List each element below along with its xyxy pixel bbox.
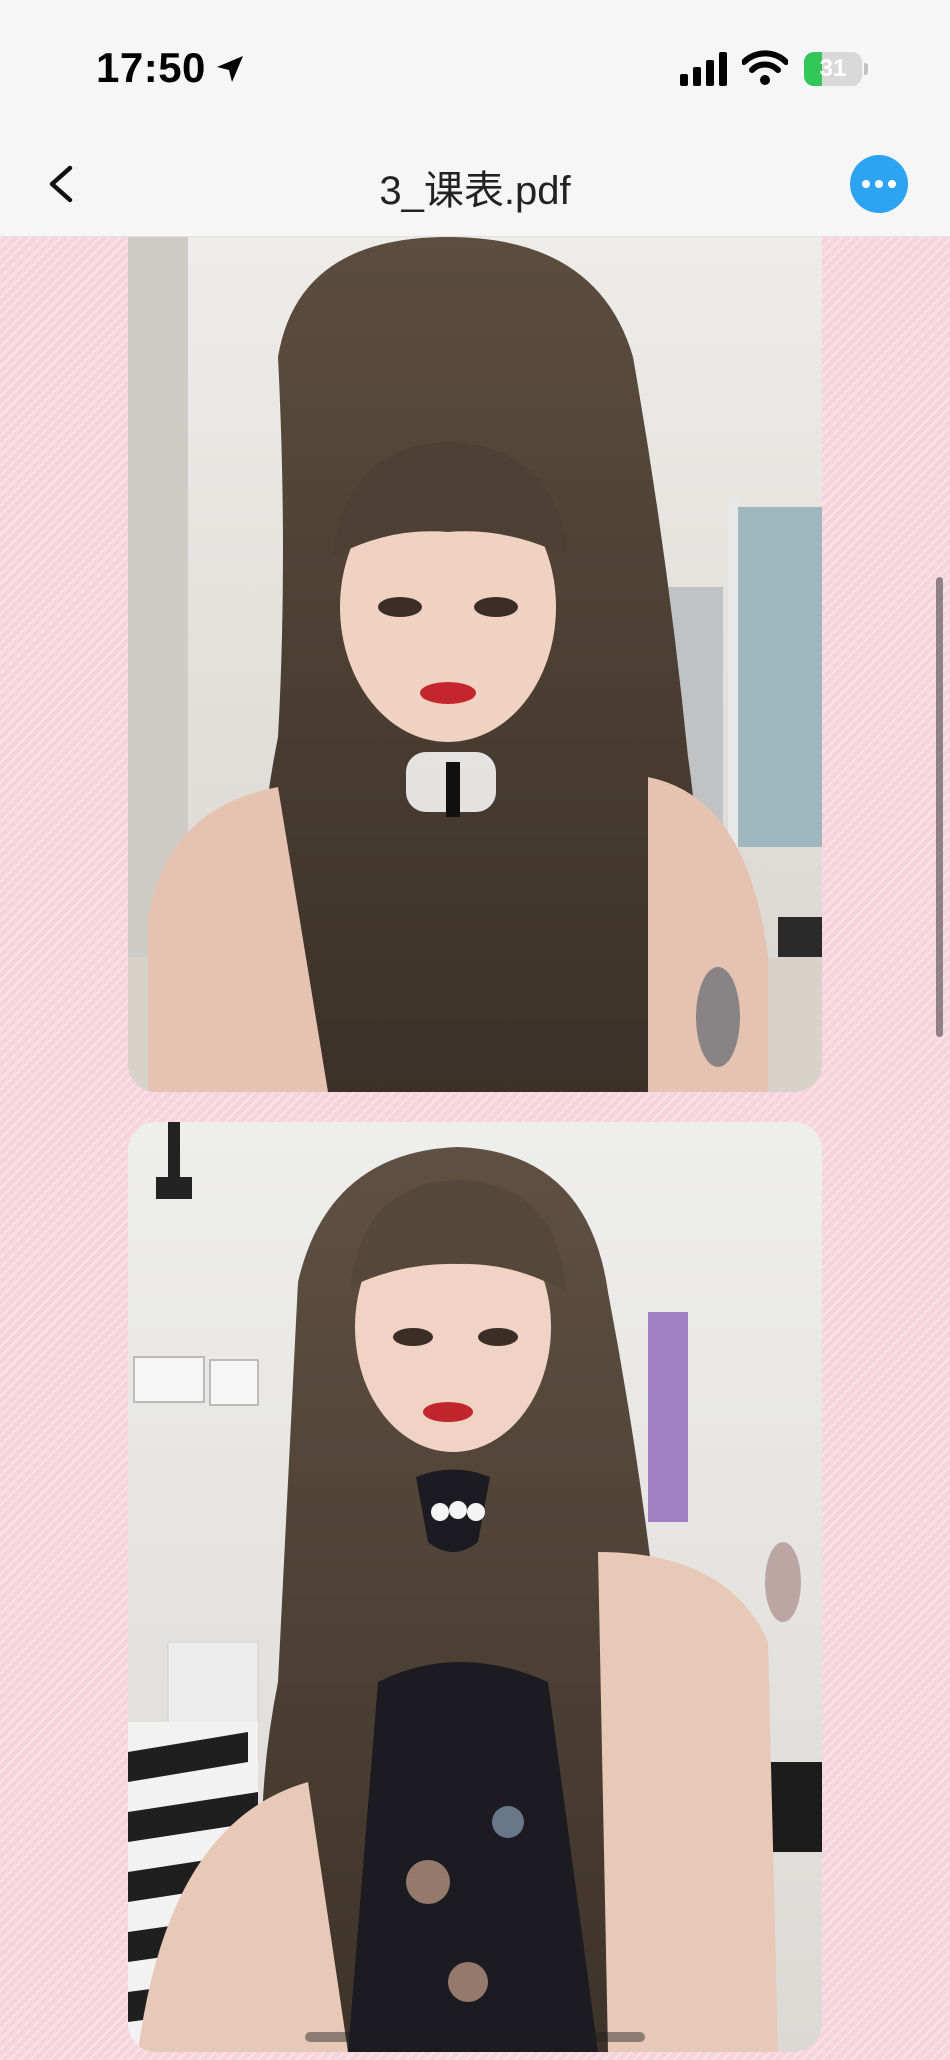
battery-tip bbox=[864, 63, 868, 75]
pdf-viewer[interactable] bbox=[0, 237, 950, 2060]
status-time: 17:50 bbox=[96, 44, 206, 91]
location-arrow-icon bbox=[214, 53, 246, 85]
status-bar: 17:50 31 bbox=[0, 0, 950, 130]
more-options-button[interactable] bbox=[850, 155, 908, 213]
navigation-bar: 3_课表.pdf bbox=[0, 130, 950, 237]
home-indicator[interactable] bbox=[305, 2032, 645, 2042]
wifi-icon bbox=[741, 50, 789, 86]
battery-percentage: 31 bbox=[819, 55, 847, 82]
back-button[interactable] bbox=[30, 152, 94, 216]
document-title: 3_课表.pdf bbox=[379, 169, 571, 213]
battery-charging-icon: 31 bbox=[804, 52, 862, 86]
pdf-page-photo-1 bbox=[128, 237, 822, 1092]
scroll-indicator[interactable] bbox=[936, 577, 943, 1037]
pdf-page-photo-2 bbox=[128, 1122, 822, 2052]
cellular-signal-icon bbox=[680, 52, 730, 86]
